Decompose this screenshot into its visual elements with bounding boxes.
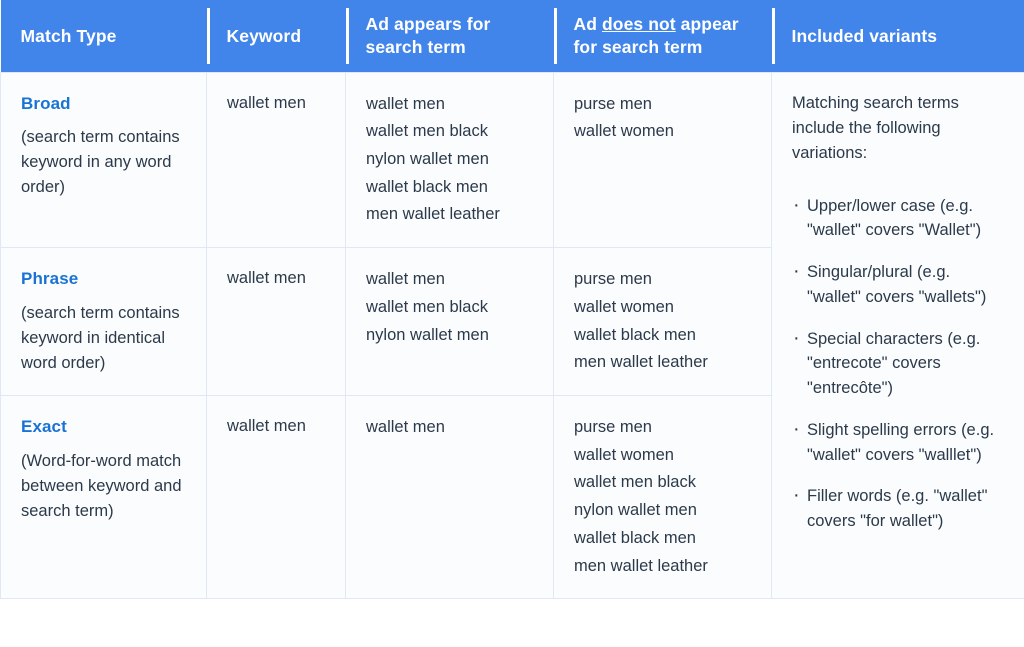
column-header-ad-appears-label: Ad appears for search term <box>365 14 491 57</box>
column-header-match-type: Match Type <box>0 0 207 72</box>
list-item: purse men <box>574 270 652 289</box>
cell-ad-appears: wallet men wallet men black nylon wallet… <box>345 247 554 396</box>
list-item: wallet women <box>574 445 674 464</box>
ad-appears-list: wallet men <box>366 414 537 442</box>
variants-list-item: Slight spelling errors (e.g. "wallet" co… <box>792 416 1008 468</box>
list-item: wallet men black <box>366 297 488 316</box>
list-item: purse men <box>574 94 652 113</box>
cell-keyword: wallet men <box>206 394 346 600</box>
ad-does-not-appear-list: purse men wallet women <box>574 91 755 146</box>
match-type-table: Match Type Keyword Ad appears for search… <box>0 0 1024 600</box>
list-item: wallet black men <box>574 528 696 547</box>
list-item: nylon wallet men <box>366 149 489 168</box>
column-header-included-variants: Included variants <box>771 0 1024 72</box>
variants-list-item: Singular/plural (e.g. "wallet" covers "w… <box>792 258 1008 310</box>
list-item: wallet men black <box>574 473 696 492</box>
list-item: wallet men black <box>366 122 488 141</box>
table-header: Match Type Keyword Ad appears for search… <box>0 0 1024 72</box>
column-header-ad-does-not-appear-emphasis: does not <box>602 14 676 35</box>
match-type-table-container: Match Type Keyword Ad appears for search… <box>0 0 1024 647</box>
cell-match-type: Broad (search term contains keyword in a… <box>0 71 207 249</box>
table-header-row: Match Type Keyword Ad appears for search… <box>0 0 1024 72</box>
column-header-included-variants-label: Included variants <box>791 25 938 46</box>
list-item: wallet men <box>366 270 445 289</box>
ad-appears-list: wallet men wallet men black nylon wallet… <box>366 91 537 230</box>
match-type-description: (search term contains keyword in any wor… <box>21 128 180 197</box>
list-item: purse men <box>574 417 652 436</box>
variants-list-item: Upper/lower case (e.g. "wallet" covers "… <box>792 192 1008 244</box>
list-item: wallet women <box>574 122 674 141</box>
cell-ad-appears: wallet men <box>345 394 554 600</box>
match-type-name: Broad <box>21 93 71 113</box>
list-item: nylon wallet men <box>366 325 489 344</box>
list-item: men wallet leather <box>574 353 708 372</box>
cell-keyword: wallet men <box>206 247 346 396</box>
list-item: men wallet leather <box>574 556 708 575</box>
cell-ad-does-not-appear: purse men wallet women <box>553 71 772 249</box>
variants-list-item: Filler words (e.g. "wallet" covers "for … <box>792 483 1008 534</box>
cell-match-type: Phrase (search term contains keyword in … <box>0 247 207 396</box>
list-item: nylon wallet men <box>574 501 697 520</box>
variants-list-item: Special characters (e.g. "entrecote" cov… <box>792 325 1008 401</box>
cell-ad-does-not-appear: purse men wallet women wallet black men … <box>553 247 772 396</box>
list-item: wallet black men <box>366 177 488 196</box>
variants-intro-text: Matching search terms include the follow… <box>792 93 959 162</box>
variants-list: Upper/lower case (e.g. "wallet" covers "… <box>792 192 1008 534</box>
match-type-name: Exact <box>21 416 67 436</box>
ad-does-not-appear-list: purse men wallet women wallet men black … <box>574 414 755 580</box>
ad-does-not-appear-list: purse men wallet women wallet black men … <box>574 266 755 377</box>
match-type-description: (search term contains keyword in identic… <box>21 303 180 373</box>
table-row: Broad (search term contains keyword in a… <box>0 71 1024 600</box>
column-header-keyword: Keyword <box>206 0 346 72</box>
cell-match-type: Exact (Word-for-word match between keywo… <box>0 394 207 600</box>
column-header-ad-appears: Ad appears for search term <box>345 0 554 72</box>
ad-appears-list: wallet men wallet men black nylon wallet… <box>366 266 537 349</box>
list-item: wallet men <box>366 94 445 113</box>
column-header-match-type-label: Match Type <box>20 25 117 46</box>
match-type-name: Phrase <box>21 269 79 289</box>
list-item: wallet women <box>574 297 674 316</box>
cell-keyword: wallet men <box>206 71 346 249</box>
cell-included-variants: Matching search terms include the follow… <box>771 71 1024 600</box>
list-item: men wallet leather <box>366 205 500 224</box>
list-item: wallet men <box>366 417 445 436</box>
column-header-keyword-label: Keyword <box>226 25 302 46</box>
table-body: Broad (search term contains keyword in a… <box>0 71 1024 600</box>
cell-ad-does-not-appear: purse men wallet women wallet men black … <box>553 394 772 600</box>
cell-ad-appears: wallet men wallet men black nylon wallet… <box>345 71 554 249</box>
match-type-description: (Word-for-word match between keyword and… <box>21 451 182 520</box>
column-header-ad-does-not-appear: Ad does not appear for search term <box>553 0 772 72</box>
column-header-ad-does-not-appear-prefix: Ad <box>573 14 602 35</box>
list-item: wallet black men <box>574 325 696 344</box>
